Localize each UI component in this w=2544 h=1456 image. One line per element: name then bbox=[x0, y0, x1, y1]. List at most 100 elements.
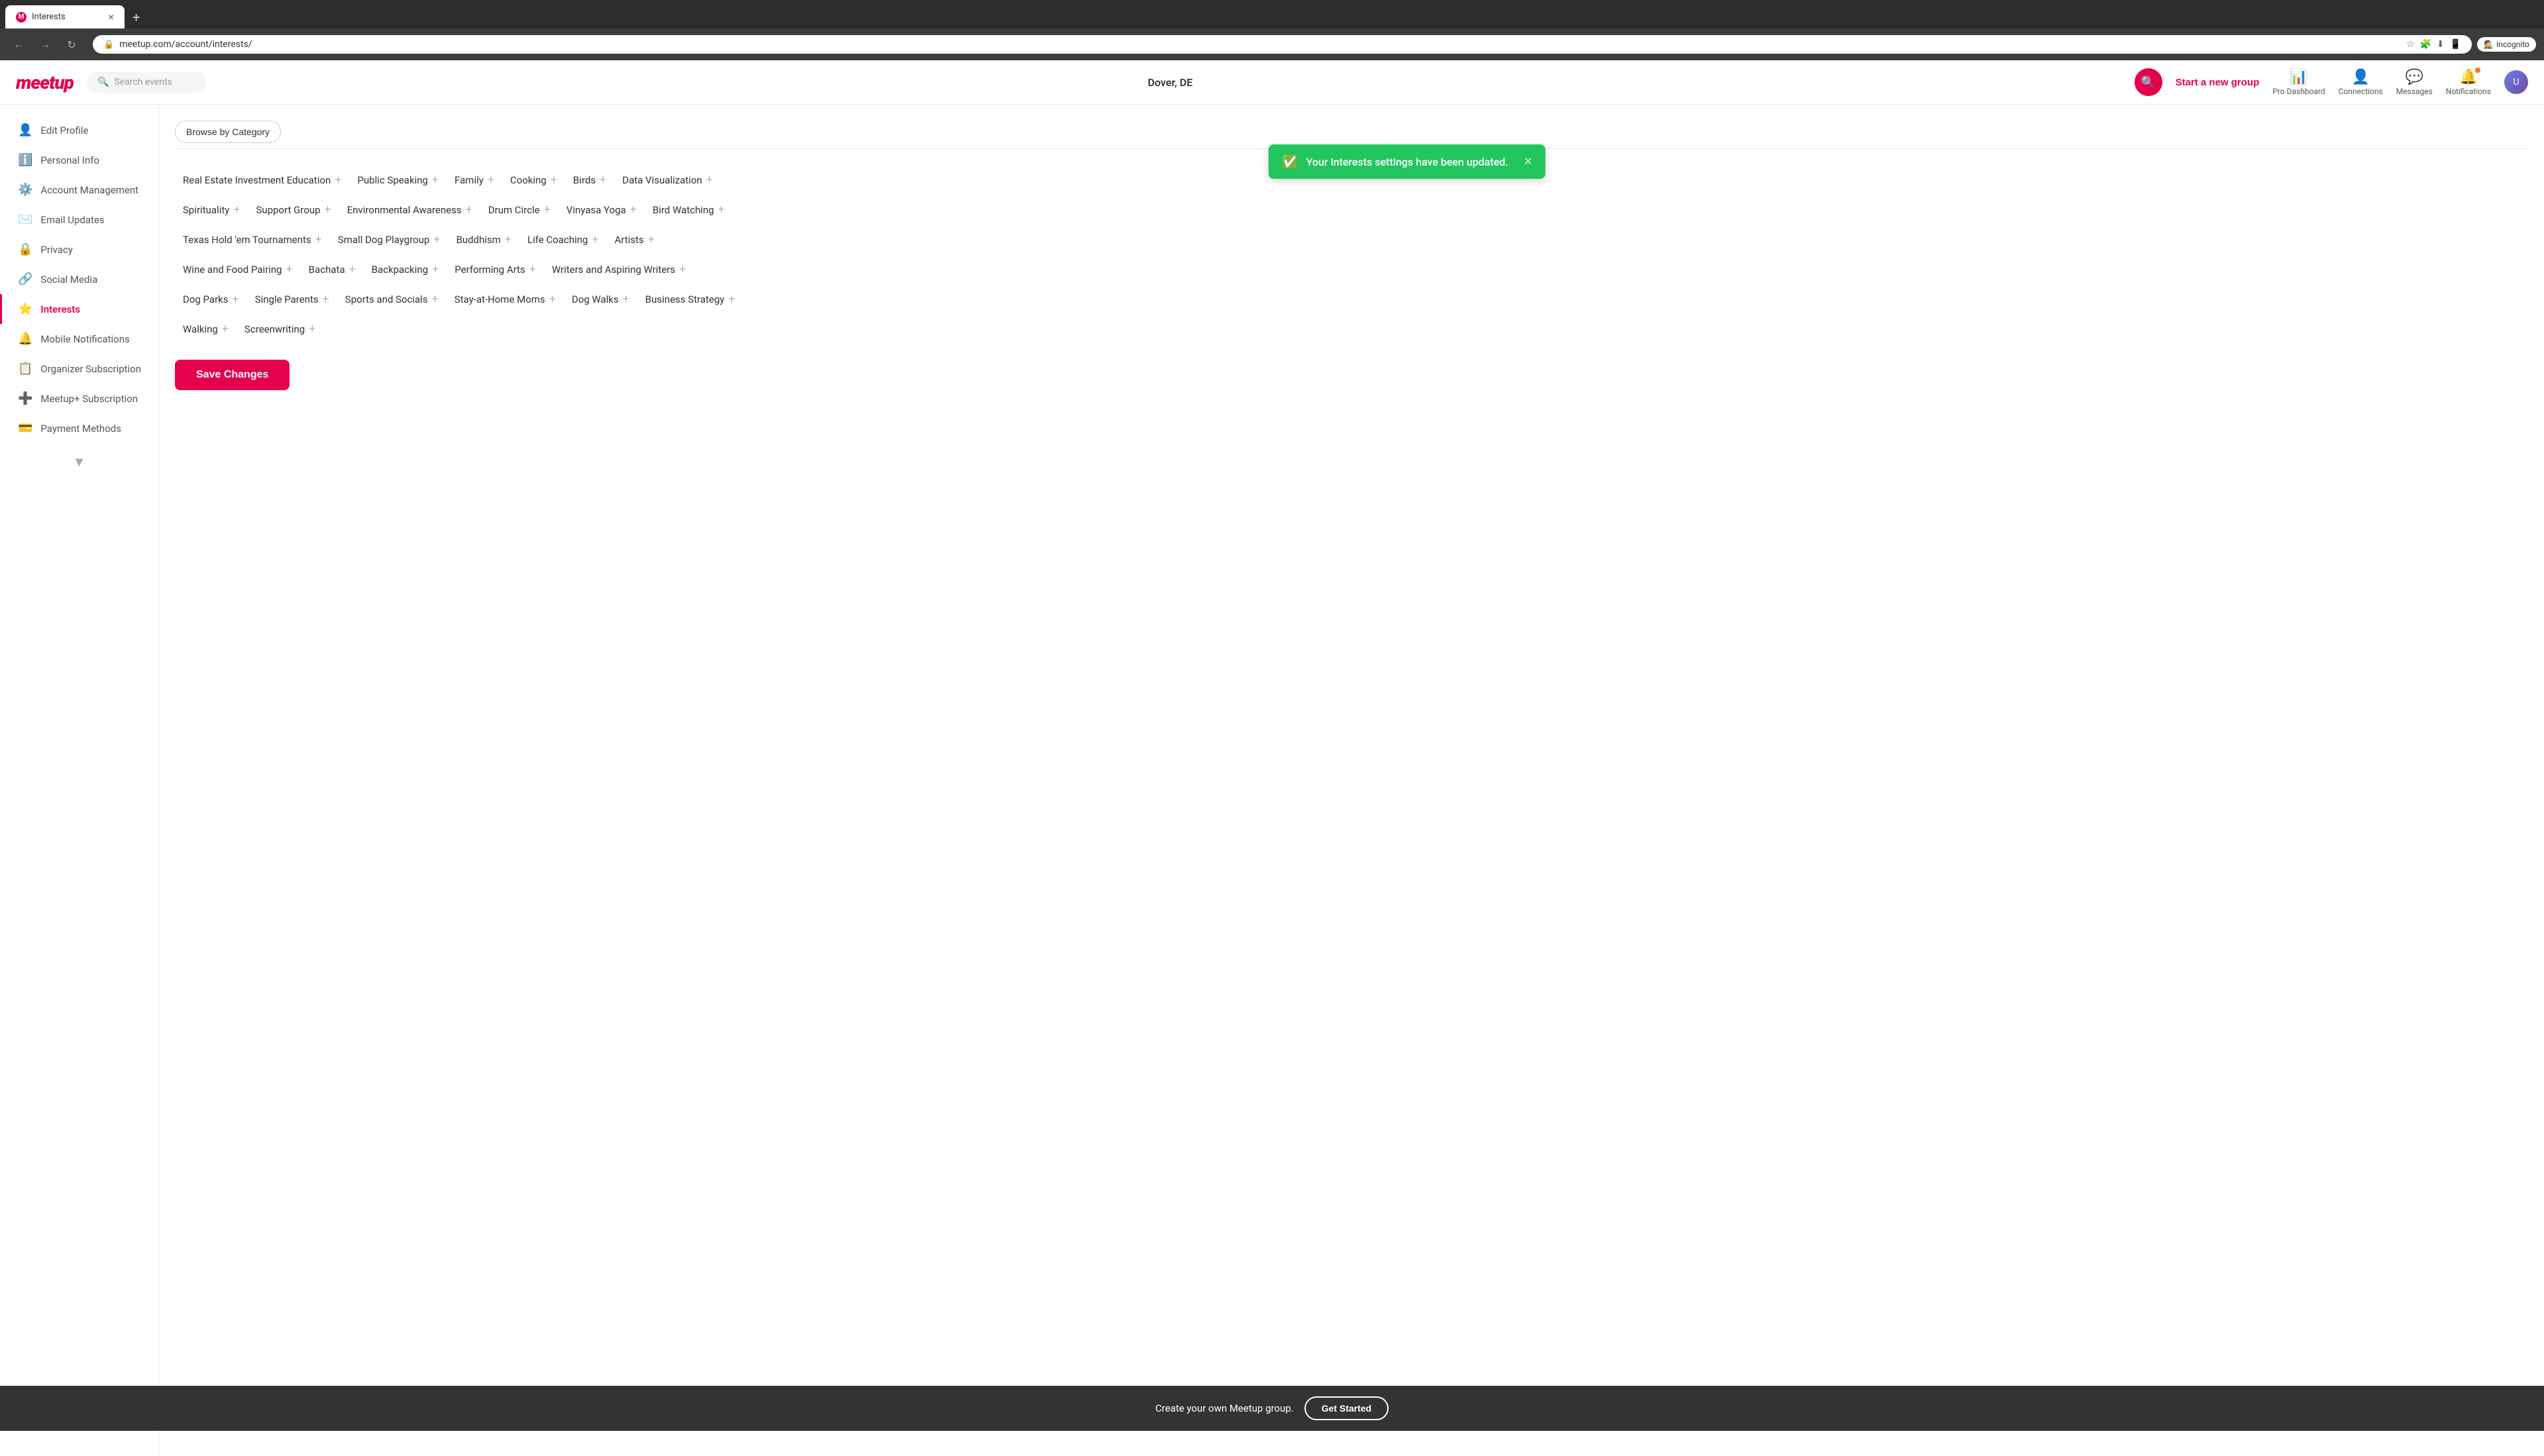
add-interest-icon[interactable]: + bbox=[335, 173, 341, 187]
interest-drum-circle[interactable]: Drum Circle + bbox=[480, 197, 558, 222]
add-interest-icon[interactable]: + bbox=[466, 203, 472, 217]
close-banner-button[interactable]: × bbox=[1524, 154, 1532, 170]
interest-bird-watching[interactable]: Bird Watching + bbox=[645, 197, 733, 222]
add-interest-icon[interactable]: + bbox=[544, 203, 551, 217]
interest-vinyasa-yoga[interactable]: Vinyasa Yoga + bbox=[558, 197, 645, 222]
add-interest-icon[interactable]: + bbox=[718, 203, 725, 217]
device-icon[interactable]: 📱 bbox=[2450, 39, 2461, 50]
nav-notifications[interactable]: 🔔 Notifications bbox=[2446, 69, 2491, 96]
nav-connections[interactable]: 👤 Connections bbox=[2339, 69, 2383, 96]
sidebar-item-account-management[interactable]: ⚙️ Account Management bbox=[0, 175, 158, 205]
add-interest-icon[interactable]: + bbox=[488, 173, 494, 187]
interest-real-estate[interactable]: Real Estate Investment Education + bbox=[175, 168, 350, 192]
interest-screenwriting[interactable]: Screenwriting + bbox=[237, 317, 323, 341]
interest-birds[interactable]: Birds + bbox=[565, 168, 614, 192]
interest-support-group[interactable]: Support Group + bbox=[248, 197, 339, 222]
sidebar-item-edit-profile[interactable]: 👤 Edit Profile bbox=[0, 115, 158, 145]
add-interest-icon[interactable]: + bbox=[432, 262, 439, 276]
add-interest-icon[interactable]: + bbox=[309, 322, 315, 336]
interest-writers[interactable]: Writers and Aspiring Writers + bbox=[544, 257, 694, 282]
add-interest-icon[interactable]: + bbox=[529, 262, 536, 276]
search-button[interactable]: 🔍 bbox=[2135, 68, 2162, 96]
add-interest-icon[interactable]: + bbox=[233, 292, 239, 306]
add-interest-icon[interactable]: + bbox=[432, 292, 439, 306]
add-interest-icon[interactable]: + bbox=[505, 233, 511, 246]
sidebar-item-interests[interactable]: ⭐ Interests bbox=[0, 294, 158, 324]
sidebar: 👤 Edit Profile ℹ️ Personal Info ⚙️ Accou… bbox=[0, 105, 159, 1456]
add-interest-icon[interactable]: + bbox=[630, 203, 637, 217]
save-changes-button[interactable]: Save Changes bbox=[175, 360, 290, 390]
sidebar-item-personal-info[interactable]: ℹ️ Personal Info bbox=[0, 145, 158, 175]
interest-life-coaching[interactable]: Life Coaching + bbox=[519, 227, 607, 252]
forward-button[interactable]: → bbox=[34, 34, 56, 55]
browse-by-category-button[interactable]: Browse by Category bbox=[175, 121, 281, 143]
interest-backpacking[interactable]: Backpacking + bbox=[364, 257, 447, 282]
add-interest-icon[interactable]: + bbox=[600, 173, 606, 187]
add-interest-icon[interactable]: + bbox=[432, 173, 439, 187]
interest-cooking[interactable]: Cooking + bbox=[502, 168, 565, 192]
interest-small-dog-playgroup[interactable]: Small Dog Playgroup + bbox=[330, 227, 449, 252]
refresh-button[interactable]: ↻ bbox=[61, 34, 82, 55]
add-interest-icon[interactable]: + bbox=[315, 233, 322, 246]
add-interest-icon[interactable]: + bbox=[623, 292, 629, 306]
sidebar-item-social-media[interactable]: 🔗 Social Media bbox=[0, 264, 158, 294]
sidebar-item-organizer-subscription[interactable]: 📋 Organizer Subscription bbox=[0, 354, 158, 384]
sidebar-item-email-updates[interactable]: ✉️ Email Updates bbox=[0, 205, 158, 234]
interest-texas-holdem[interactable]: Texas Hold 'em Tournaments + bbox=[175, 227, 330, 252]
sidebar-item-payment-methods[interactable]: 💳 Payment Methods bbox=[0, 413, 158, 443]
download-icon[interactable]: ⬇ bbox=[2437, 39, 2445, 50]
add-interest-icon[interactable]: + bbox=[648, 233, 655, 246]
nav-pro-dashboard[interactable]: 📊 Pro Dashboard bbox=[2272, 69, 2325, 96]
add-interest-icon[interactable]: + bbox=[325, 203, 331, 217]
get-started-button[interactable]: Get Started bbox=[1304, 1396, 1389, 1420]
sidebar-item-meetup-plus[interactable]: ➕ Meetup+ Subscription bbox=[0, 384, 158, 413]
sidebar-item-privacy[interactable]: 🔒 Privacy bbox=[0, 234, 158, 264]
sidebar-scroll-down[interactable]: ▼ bbox=[0, 443, 158, 481]
new-tab-button[interactable]: + bbox=[127, 7, 145, 28]
search-bar[interactable]: 🔍 Search events bbox=[87, 72, 206, 93]
interest-buddhism[interactable]: Buddhism + bbox=[449, 227, 520, 252]
add-interest-icon[interactable]: + bbox=[233, 203, 240, 217]
interest-business-strategy[interactable]: Business Strategy + bbox=[637, 287, 743, 311]
interest-walking[interactable]: Walking + bbox=[175, 317, 237, 341]
tab-close-button[interactable]: × bbox=[108, 11, 114, 23]
add-interest-icon[interactable]: + bbox=[551, 173, 557, 187]
active-tab[interactable]: Interests × bbox=[5, 5, 125, 28]
sidebar-item-mobile-notifications[interactable]: 🔔 Mobile Notifications bbox=[0, 324, 158, 354]
interest-data-visualization[interactable]: Data Visualization + bbox=[614, 168, 721, 192]
meetup-logo[interactable]: meetup bbox=[16, 72, 74, 93]
interest-single-parents[interactable]: Single Parents + bbox=[247, 287, 337, 311]
interest-label: Artists bbox=[615, 234, 644, 246]
interest-stay-at-home-moms[interactable]: Stay-at-Home Moms + bbox=[447, 287, 564, 311]
add-interest-icon[interactable]: + bbox=[592, 233, 598, 246]
interest-family[interactable]: Family + bbox=[447, 168, 502, 192]
incognito-icon: 🕵️ bbox=[2484, 40, 2494, 49]
add-interest-icon[interactable]: + bbox=[286, 262, 293, 276]
interest-spirituality[interactable]: Spirituality + bbox=[175, 197, 248, 222]
user-avatar[interactable]: U bbox=[2504, 70, 2528, 94]
interest-bachata[interactable]: Bachata + bbox=[301, 257, 364, 282]
interest-dog-walks[interactable]: Dog Walks + bbox=[564, 287, 637, 311]
address-bar[interactable]: 🔒 meetup.com/account/interests/ ☆ 🧩 ⬇ 📱 bbox=[93, 35, 2472, 54]
interest-artists[interactable]: Artists + bbox=[607, 227, 662, 252]
add-interest-icon[interactable]: + bbox=[433, 233, 440, 246]
add-interest-icon[interactable]: + bbox=[706, 173, 713, 187]
add-interest-icon[interactable]: + bbox=[549, 292, 556, 306]
add-interest-icon[interactable]: + bbox=[222, 322, 229, 336]
add-interest-icon[interactable]: + bbox=[323, 292, 329, 306]
interest-public-speaking[interactable]: Public Speaking + bbox=[350, 168, 447, 192]
add-interest-icon[interactable]: + bbox=[679, 262, 686, 276]
start-group-button[interactable]: Start a new group bbox=[2176, 77, 2260, 88]
interest-dog-parks[interactable]: Dog Parks + bbox=[175, 287, 247, 311]
back-button[interactable]: ← bbox=[8, 34, 29, 55]
interest-wine-food-pairing[interactable]: Wine and Food Pairing + bbox=[175, 257, 301, 282]
nav-messages[interactable]: 💬 Messages bbox=[2396, 69, 2433, 96]
star-icon[interactable]: ☆ bbox=[2406, 39, 2415, 50]
interest-label: Buddhism bbox=[456, 234, 501, 246]
interest-sports-socials[interactable]: Sports and Socials + bbox=[337, 287, 447, 311]
add-interest-icon[interactable]: + bbox=[349, 262, 356, 276]
interest-environmental-awareness[interactable]: Environmental Awareness + bbox=[339, 197, 480, 222]
interest-performing-arts[interactable]: Performing Arts + bbox=[447, 257, 544, 282]
add-interest-icon[interactable]: + bbox=[729, 292, 735, 306]
extension-icon[interactable]: 🧩 bbox=[2419, 39, 2431, 50]
